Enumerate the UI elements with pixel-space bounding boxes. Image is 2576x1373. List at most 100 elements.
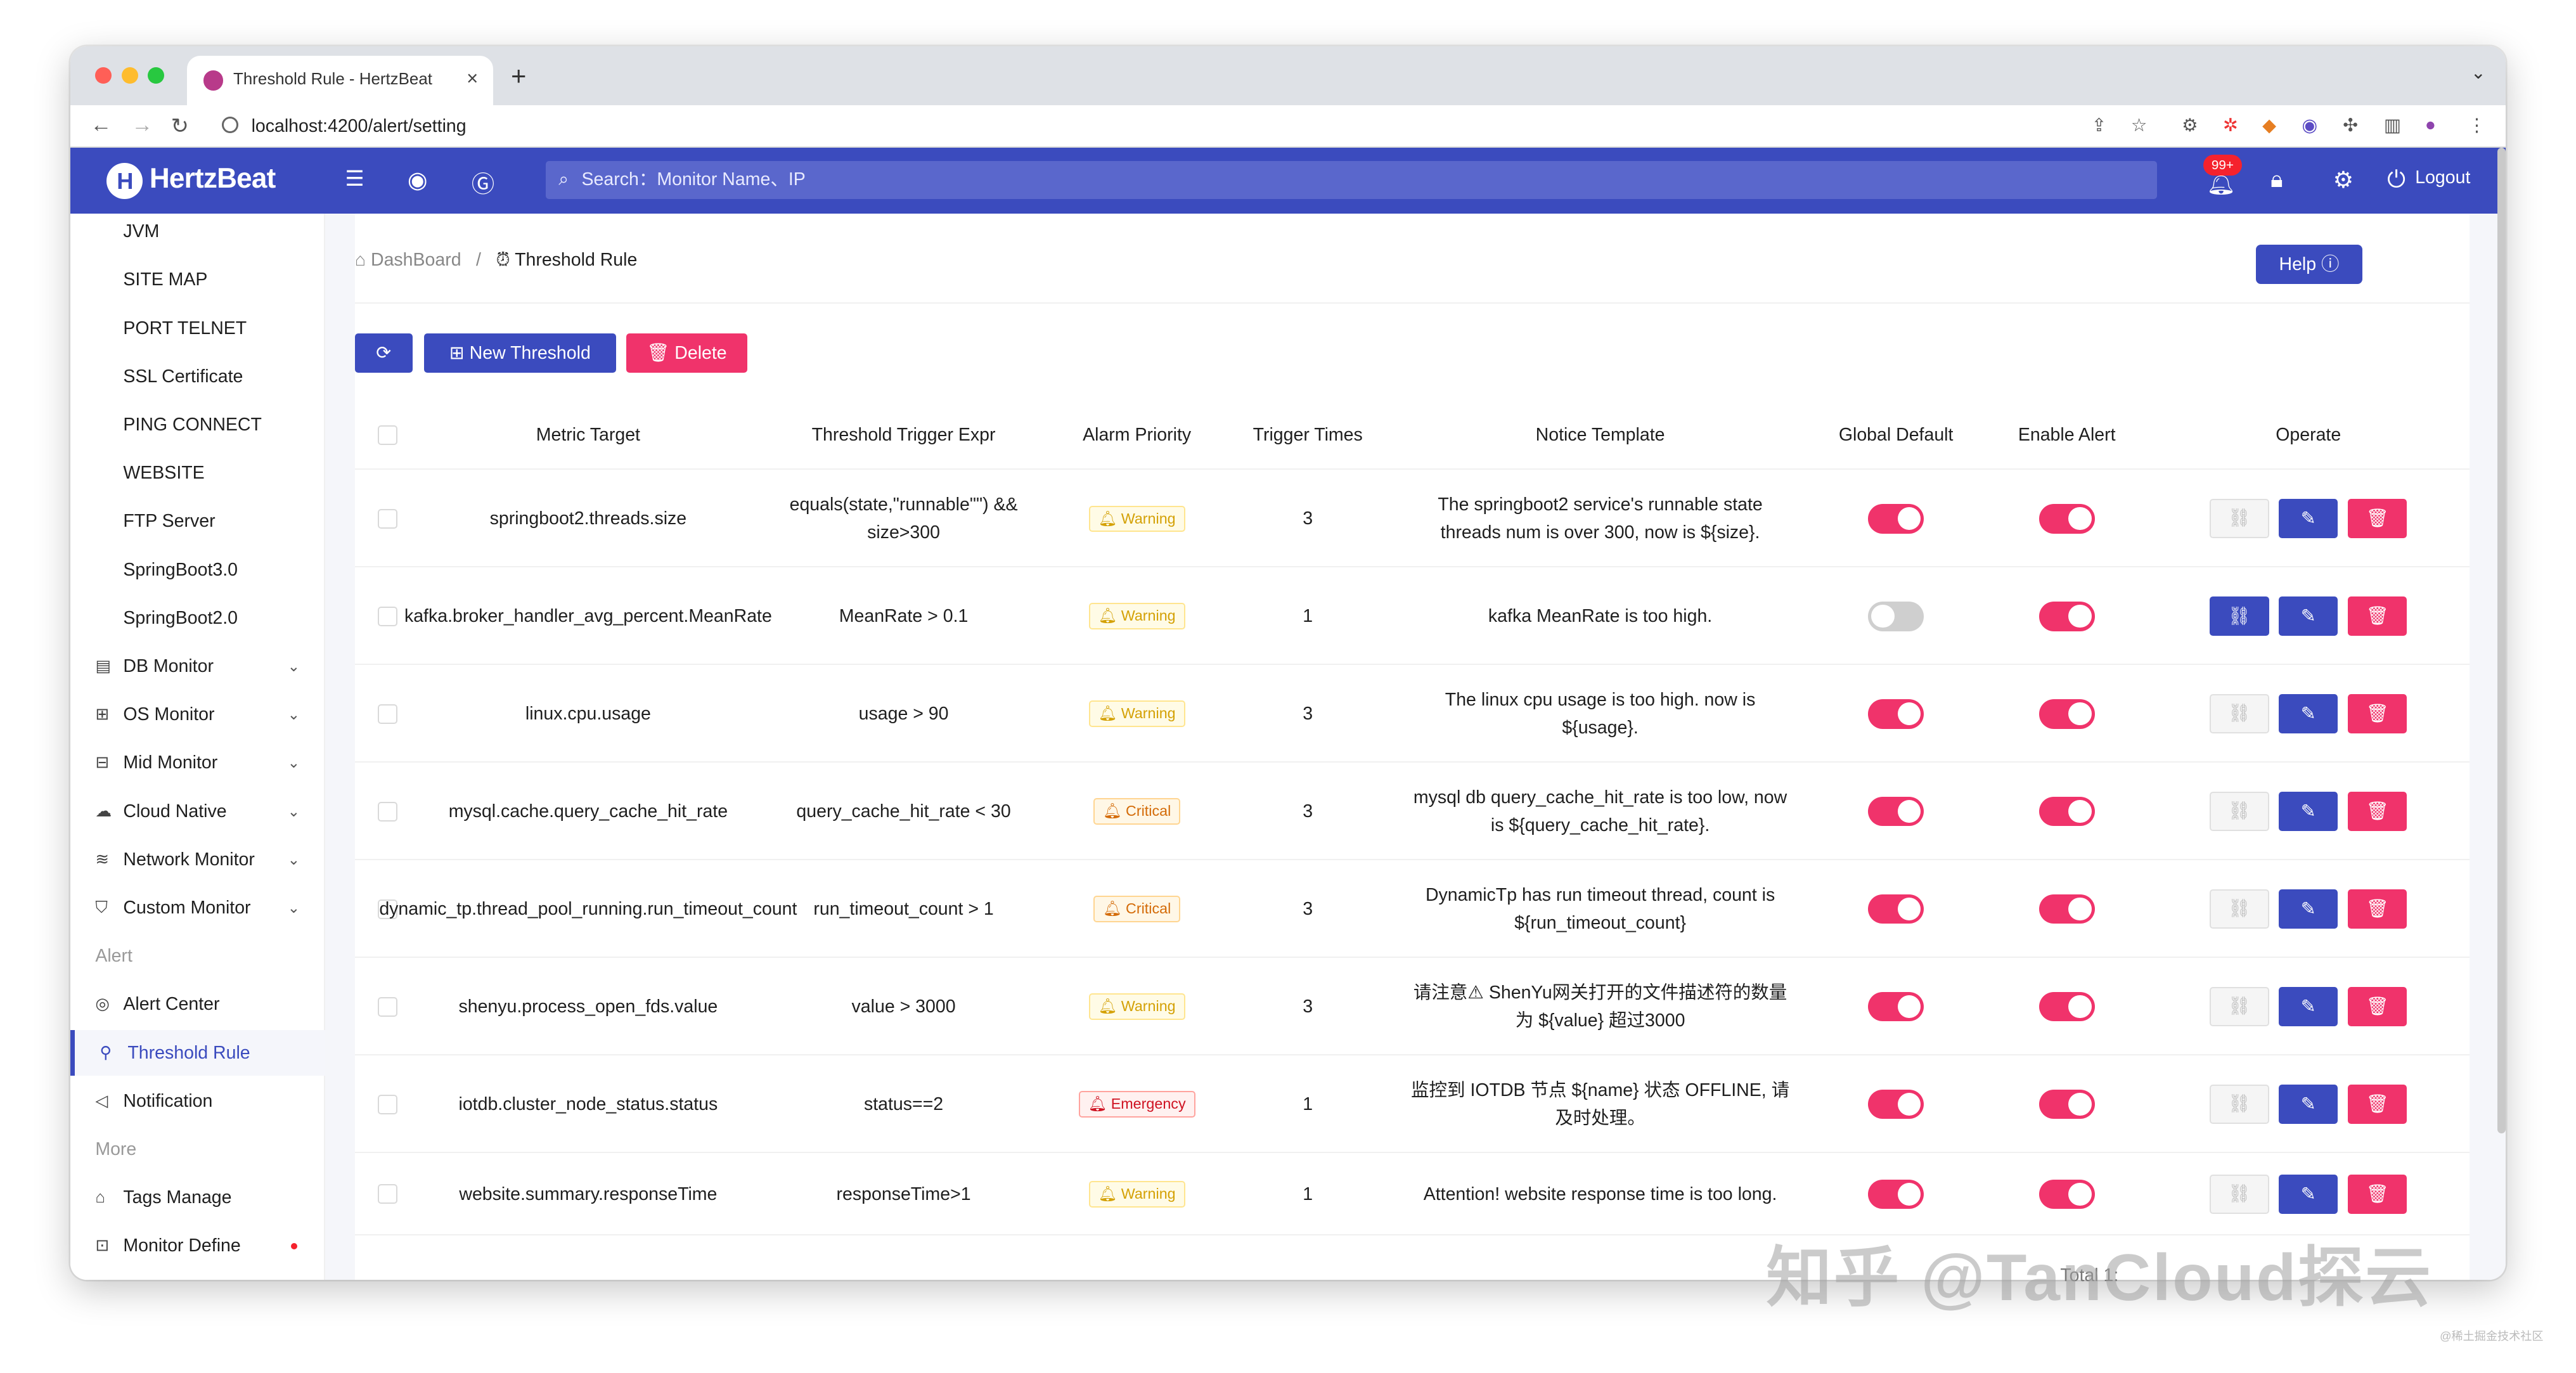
global-default-switch[interactable] (1868, 1089, 1924, 1119)
gitee-icon[interactable]: Ⓖ (472, 166, 494, 199)
global-default-switch[interactable] (1868, 503, 1924, 534)
link-button[interactable]: ⛓︎ (2210, 596, 2269, 636)
sidebar-item-mid-monitor[interactable]: ⊟ Mid Monitor ⌄ (70, 740, 325, 786)
enable-alert-switch[interactable] (2038, 601, 2095, 631)
extensions-puzzle-icon[interactable]: ✣ (2343, 115, 2358, 136)
link-button[interactable]: ⛓︎ (2210, 1084, 2269, 1125)
edit-button[interactable]: ✎ (2279, 1084, 2338, 1125)
sidebar-item-site-map[interactable]: SITE MAP (70, 257, 325, 303)
edit-button[interactable]: ✎ (2279, 986, 2338, 1027)
tab-menu-icon[interactable]: ⌄ (2471, 62, 2486, 84)
extension-red-icon[interactable]: ✲ (2223, 115, 2238, 136)
delete-row-button[interactable]: 🗑︎ (2347, 792, 2407, 832)
help-button[interactable]: Help ⓘ (2255, 245, 2363, 285)
row-checkbox[interactable] (378, 606, 398, 626)
sidebar-item-monitor-define[interactable]: ⊡ Monitor Define (70, 1223, 325, 1269)
reload-icon[interactable]: ↻ (171, 113, 189, 139)
sidebar-item-tags-manage[interactable]: ⌂ Tags Manage (70, 1175, 325, 1221)
sidebar-item-notification[interactable]: ◁ Notification (70, 1078, 325, 1125)
row-checkbox[interactable] (378, 1094, 398, 1114)
delete-row-button[interactable]: 🗑︎ (2347, 694, 2407, 734)
sidebar-item-os-monitor[interactable]: ⊞ OS Monitor ⌄ (70, 692, 325, 738)
maximize-window-dot[interactable] (148, 67, 165, 84)
sidebar-item-ping-connect[interactable]: PING CONNECT (70, 402, 325, 448)
enable-alert-switch[interactable] (2038, 796, 2095, 827)
edit-button[interactable]: ✎ (2279, 499, 2338, 539)
sidebar-item-alert-center[interactable]: ◎ Alert Center (70, 981, 325, 1028)
back-icon[interactable]: ← (91, 113, 112, 138)
delete-row-button[interactable]: 🗑︎ (2347, 596, 2407, 636)
enable-alert-switch[interactable] (2038, 503, 2095, 534)
metamask-icon[interactable]: ◆ (2262, 115, 2276, 136)
link-button[interactable]: ⛓︎ (2210, 499, 2269, 539)
enable-alert-switch[interactable] (2038, 991, 2095, 1022)
enable-alert-switch[interactable] (2038, 894, 2095, 924)
page-scrollbar[interactable] (2497, 148, 2506, 1134)
delete-row-button[interactable]: 🗑︎ (2347, 1084, 2407, 1125)
settings-gear-icon[interactable]: ⚙ (2333, 166, 2354, 193)
sidebar-item-custom-monitor[interactable]: ⛉ Custom Monitor ⌄ (70, 885, 325, 931)
tab-close-icon[interactable]: × (467, 67, 478, 90)
menu-collapse-icon[interactable]: ☰ (345, 166, 364, 191)
lock-icon[interactable]: 🔒︎ (2270, 166, 2283, 193)
global-default-switch[interactable] (1868, 601, 1924, 631)
sidebar-item-network-monitor[interactable]: ≋ Network Monitor ⌄ (70, 837, 325, 883)
delete-row-button[interactable]: 🗑︎ (2347, 499, 2407, 539)
delete-row-button[interactable]: 🗑︎ (2347, 986, 2407, 1027)
extension-circle-icon[interactable]: ◉ (2302, 115, 2317, 136)
link-button[interactable]: ⛓︎ (2210, 1174, 2269, 1214)
sidebar-item-website[interactable]: WEBSITE (70, 450, 325, 496)
sidebar-item-db-monitor[interactable]: ▤ DB Monitor ⌄ (70, 643, 325, 690)
refresh-button[interactable]: ⟳ (354, 333, 413, 373)
sidebar-item-ssl-certificate[interactable]: SSL Certificate (70, 354, 325, 400)
sidebar-item-cloud-native[interactable]: ☁ Cloud Native ⌄ (70, 789, 325, 835)
breadcrumb-home[interactable]: DashBoard (371, 250, 461, 270)
row-checkbox[interactable] (378, 801, 398, 822)
profile-avatar-icon[interactable]: ● (2425, 115, 2436, 136)
enable-alert-switch[interactable] (2038, 1179, 2095, 1209)
row-checkbox[interactable] (378, 996, 398, 1017)
enable-alert-switch[interactable] (2038, 1089, 2095, 1119)
enable-alert-switch[interactable] (2038, 699, 2095, 729)
edit-button[interactable]: ✎ (2279, 1174, 2338, 1214)
link-button[interactable]: ⛓︎ (2210, 986, 2269, 1027)
edit-button[interactable]: ✎ (2279, 596, 2338, 636)
delete-row-button[interactable]: 🗑︎ (2347, 889, 2407, 929)
sidebar-item-ftp-server[interactable]: FTP Server (70, 498, 325, 545)
edit-button[interactable]: ✎ (2279, 889, 2338, 929)
delete-row-button[interactable]: 🗑︎ (2347, 1174, 2407, 1214)
url-field[interactable]: localhost:4200/alert/setting (216, 110, 2154, 143)
bookmark-star-icon[interactable]: ☆ (2131, 115, 2148, 136)
new-threshold-button[interactable]: ⊞ New Threshold (423, 333, 616, 373)
delete-button[interactable]: 🗑︎ Delete (626, 333, 748, 373)
global-default-switch[interactable] (1868, 796, 1924, 827)
extension-icon[interactable]: ⚙ (2182, 115, 2198, 136)
sidebar-item-port-telnet[interactable]: PORT TELNET (70, 306, 325, 352)
row-checkbox[interactable] (378, 508, 398, 529)
row-checkbox[interactable] (378, 704, 398, 724)
row-checkbox[interactable] (378, 1184, 398, 1204)
select-all-checkbox[interactable] (378, 425, 398, 446)
logout-button[interactable]: Logout (2415, 167, 2470, 188)
github-icon[interactable]: ◉ (408, 166, 428, 193)
sidebar-item-springboot2-0[interactable]: SpringBoot2.0 (70, 595, 325, 641)
browser-menu-icon[interactable]: ⋮ (2468, 115, 2486, 136)
edit-button[interactable]: ✎ (2279, 792, 2338, 832)
sidebar-item-threshold-rule[interactable]: ⚲ Threshold Rule (70, 1029, 326, 1076)
close-window-dot[interactable] (95, 67, 112, 84)
global-default-switch[interactable] (1868, 894, 1924, 924)
global-default-switch[interactable] (1868, 1179, 1924, 1209)
sidebar-item-jvm[interactable]: JVM (70, 209, 325, 255)
sidebar-item-springboot3-0[interactable]: SpringBoot3.0 (70, 547, 325, 593)
link-button[interactable]: ⛓︎ (2210, 792, 2269, 832)
share-icon[interactable]: ⇪ (2092, 115, 2107, 136)
global-default-switch[interactable] (1868, 991, 1924, 1022)
browser-tab[interactable]: Threshold Rule - HertzBeat × (187, 56, 493, 105)
minimize-window-dot[interactable] (121, 67, 138, 84)
search-input[interactable]: ⌕ Search：Monitor Name、IP (545, 161, 2158, 199)
link-button[interactable]: ⛓︎ (2210, 889, 2269, 929)
global-default-switch[interactable] (1868, 699, 1924, 729)
forward-icon[interactable]: → (131, 113, 153, 138)
site-info-icon[interactable] (221, 116, 238, 133)
new-tab-button[interactable]: + (511, 61, 526, 91)
